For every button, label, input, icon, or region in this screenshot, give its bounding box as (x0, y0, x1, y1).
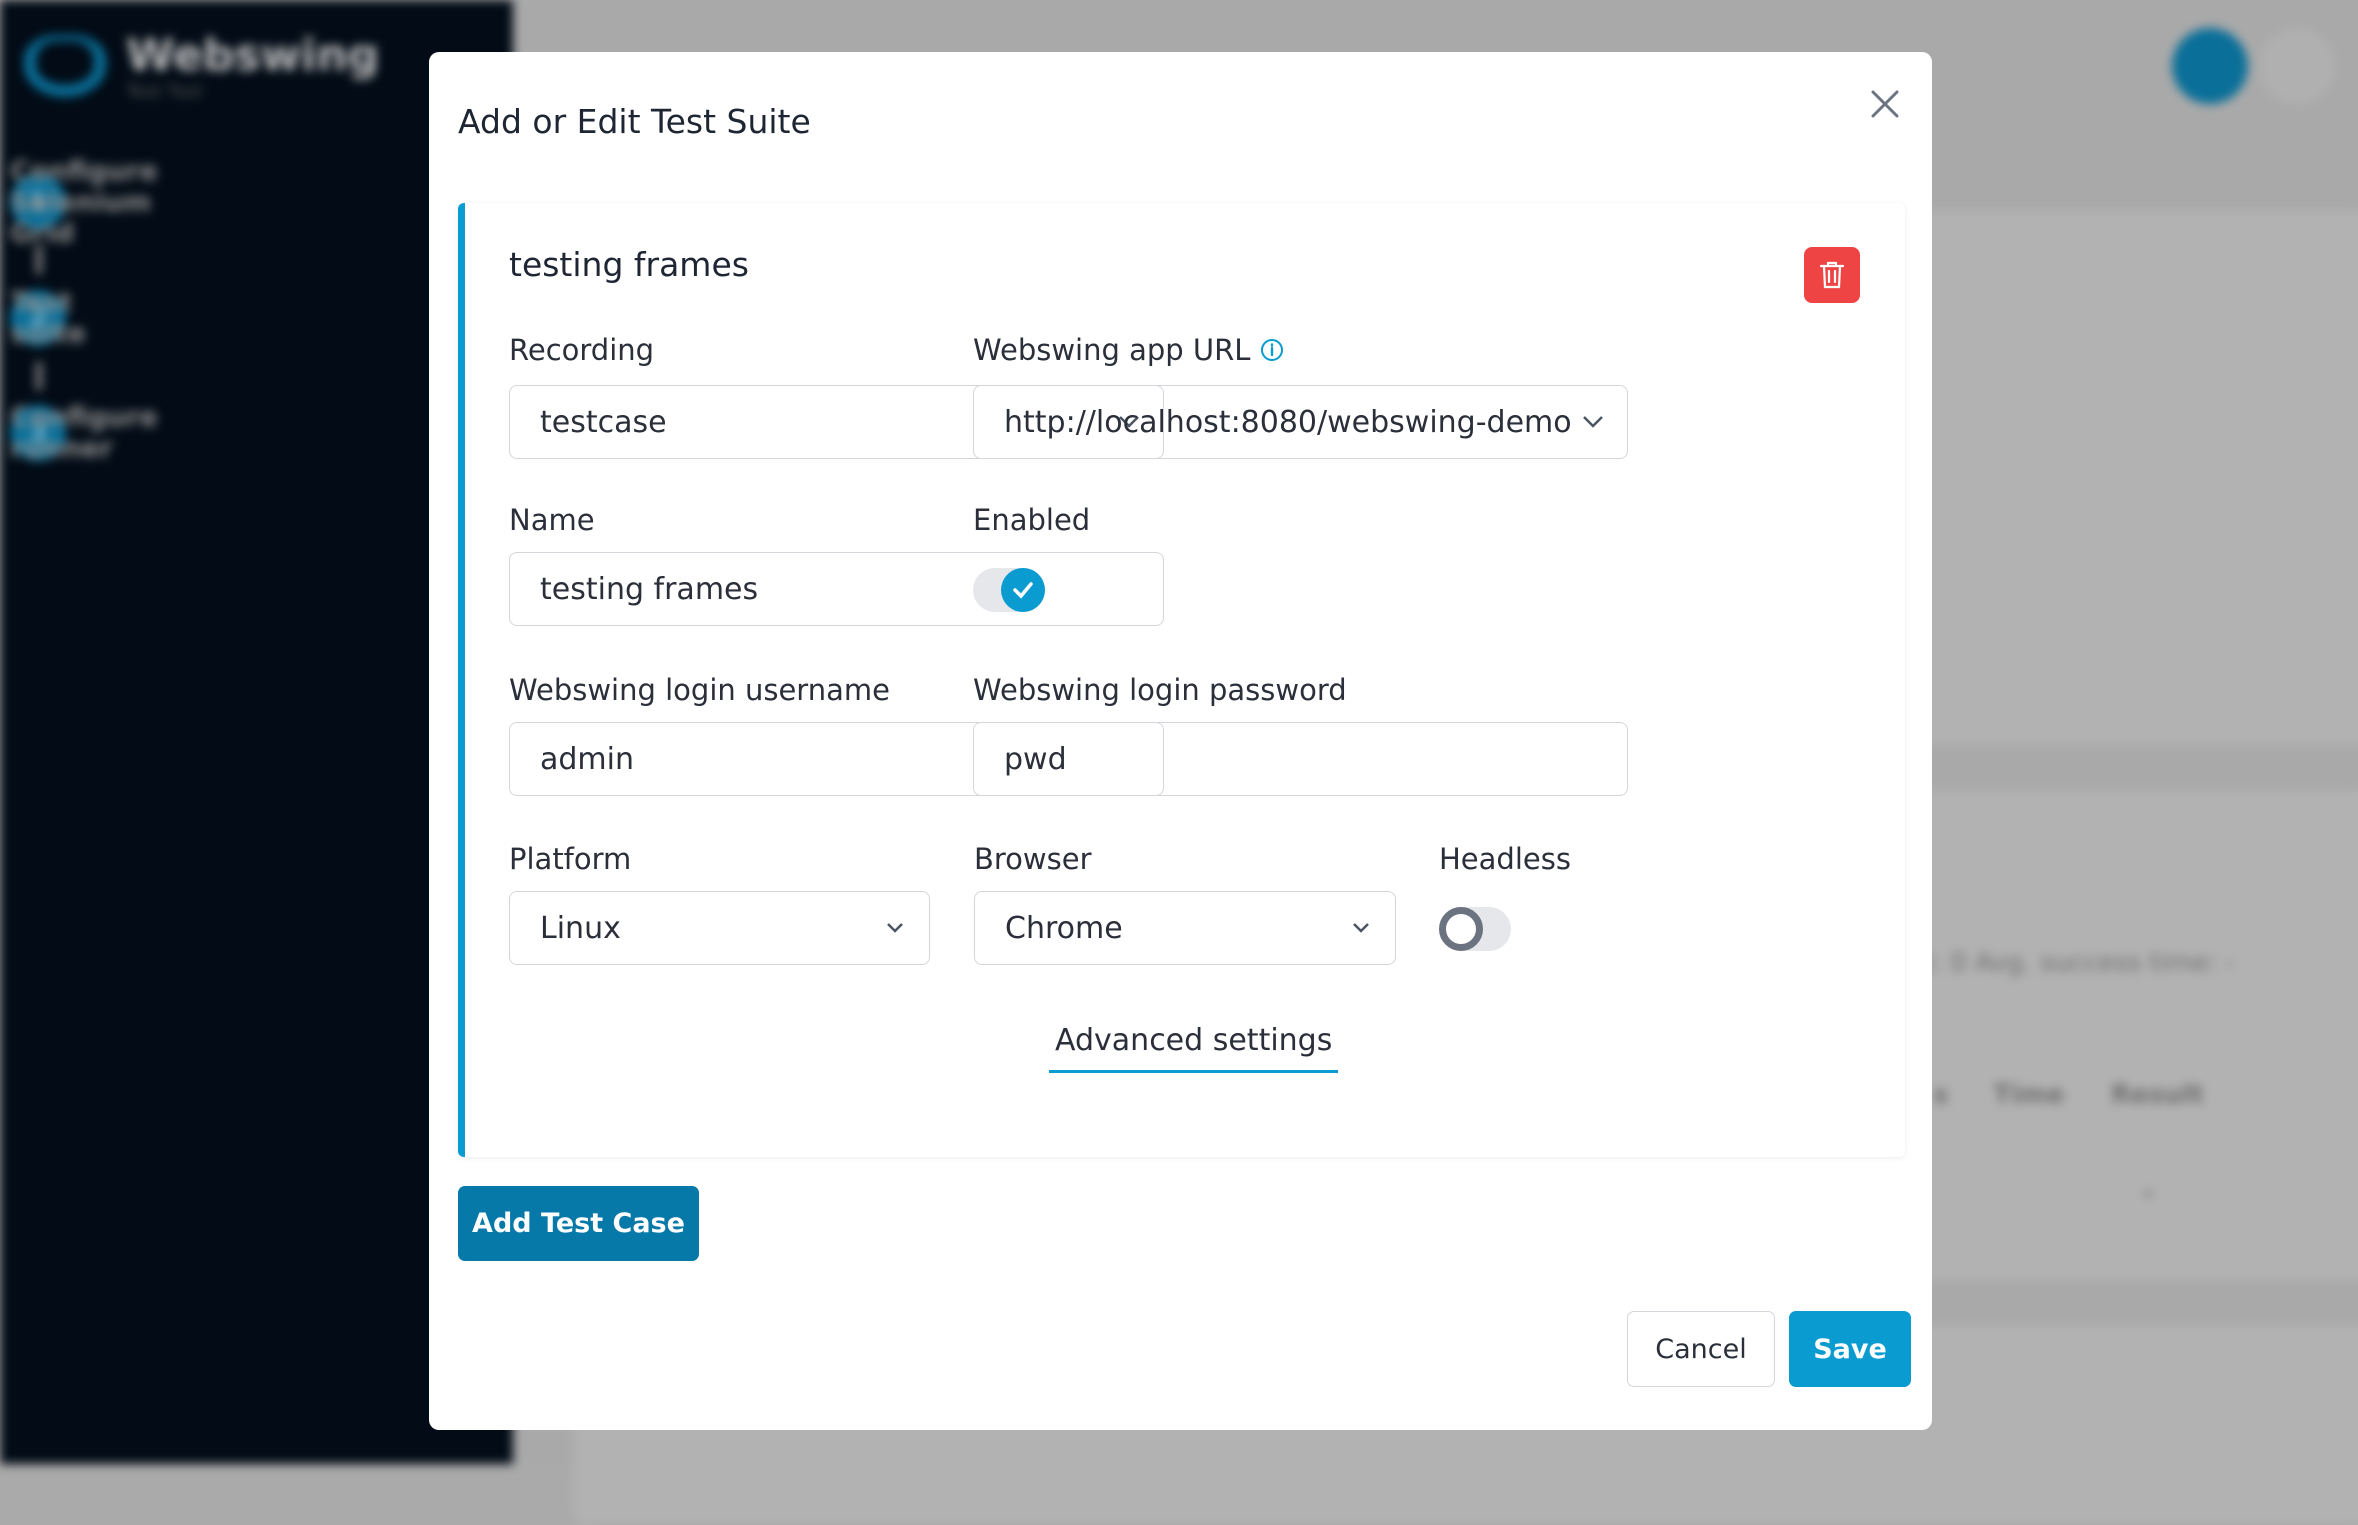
step-3[interactable]: 3 Configure runner (10, 402, 158, 464)
test-case-title: testing frames (509, 245, 749, 284)
step-connector (36, 246, 42, 274)
step-1[interactable]: 1 Configure Selenium Grid (10, 156, 158, 249)
select-value: Chrome (1005, 910, 1123, 946)
label-text: Recording (509, 333, 655, 367)
advanced-settings-tab[interactable]: Advanced settings (1049, 1023, 1339, 1073)
label-text: Name (509, 503, 595, 537)
enabled-toggle[interactable] (973, 568, 1045, 612)
app-url-select[interactable]: http://localhost:8080/webswing-demo (973, 385, 1628, 459)
check-icon (1013, 582, 1033, 599)
label-text: Webswing app URL (973, 333, 1251, 367)
step-connector (36, 362, 42, 390)
name-input[interactable]: testing frames (509, 552, 1164, 626)
logo-name: Webswing (126, 30, 380, 81)
info-icon[interactable] (1260, 338, 1284, 362)
platform-label: Platform (509, 842, 631, 876)
platform-select[interactable]: Linux (509, 891, 930, 965)
add-test-case-button[interactable]: Add Test Case (458, 1186, 699, 1261)
label-text: Browser (974, 842, 1092, 876)
app-url-label: Webswing app URL (973, 333, 1284, 367)
input-value: testing frames (540, 571, 759, 607)
select-value: Linux (540, 910, 621, 946)
test-suite-modal: Add or Edit Test Suite testing frames Re… (429, 52, 1932, 1430)
chevron-down-icon (1583, 416, 1603, 428)
modal-title: Add or Edit Test Suite (458, 102, 811, 141)
password-label: Webswing login password (973, 673, 1347, 707)
test-case-card: testing frames Recording testcase Webswi… (458, 203, 1905, 1157)
password-input[interactable]: pwd (973, 722, 1628, 796)
label-text: Headless (1439, 842, 1571, 876)
label-text: Enabled (973, 503, 1091, 537)
folder-button[interactable] (2172, 28, 2248, 104)
logo-sub: Test Tool (126, 81, 203, 102)
logo: Webswing Test Tool (24, 30, 379, 102)
close-icon[interactable] (1865, 84, 1905, 124)
username-label: Webswing login username (509, 673, 890, 707)
label-text: Platform (509, 842, 632, 876)
headless-label: Headless (1439, 842, 1571, 876)
chevron-down-icon (1353, 923, 1369, 933)
input-value: admin (540, 741, 634, 777)
browser-label: Browser (974, 842, 1092, 876)
select-value: http://localhost:8080/webswing-demo (1004, 404, 1572, 440)
step-label: Configure Selenium Grid (10, 155, 158, 249)
recording-label: Recording (509, 333, 654, 367)
stats-text: t: 0 Avg. success time: - (1923, 948, 2235, 978)
table-header: s (1933, 1080, 1949, 1110)
table-cell: - (2143, 1178, 2154, 1208)
label-text: Webswing login username (509, 673, 890, 707)
toggle-knob (1001, 568, 1045, 612)
input-value: pwd (1004, 741, 1067, 777)
name-label: Name (509, 503, 595, 537)
delete-test-case-button[interactable] (1804, 247, 1860, 303)
table-header: Result (2111, 1080, 2204, 1110)
home-button[interactable] (2259, 28, 2335, 104)
enabled-label: Enabled (973, 503, 1090, 537)
cancel-button[interactable]: Cancel (1627, 1311, 1775, 1387)
step-label: Test suite (10, 287, 86, 349)
chevron-down-icon (887, 923, 903, 933)
webswing-logo-icon (24, 35, 106, 97)
headless-toggle[interactable] (1439, 907, 1511, 951)
select-value: testcase (540, 404, 667, 440)
step-2[interactable]: 2 Test suite (10, 287, 86, 349)
save-button[interactable]: Save (1789, 1311, 1911, 1387)
browser-select[interactable]: Chrome (974, 891, 1396, 965)
step-label: Configure runner (10, 402, 158, 464)
table-header: Time (1993, 1080, 2065, 1110)
trash-icon (1819, 261, 1845, 289)
toggle-knob (1439, 907, 1483, 951)
label-text: Webswing login password (973, 673, 1347, 707)
